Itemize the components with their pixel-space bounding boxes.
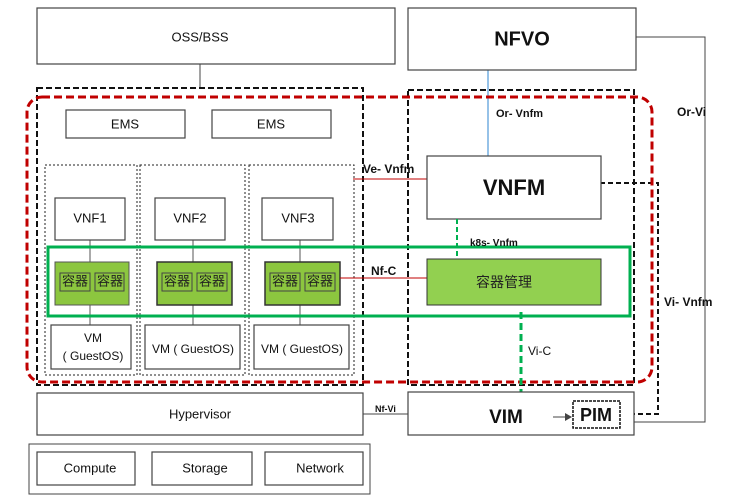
ems-label-1: EMS bbox=[111, 116, 140, 131]
oss-bss-label: OSS/BSS bbox=[171, 29, 228, 44]
compute-label: Compute bbox=[64, 460, 117, 475]
nf-c-label: Nf-C bbox=[371, 264, 397, 278]
pim-label: PIM bbox=[580, 405, 612, 425]
vnf2-label: VNF2 bbox=[173, 210, 206, 225]
storage-label: Storage bbox=[182, 460, 228, 475]
container-label: 容器 bbox=[164, 274, 190, 290]
vm-label-3: VM ( GuestOS) bbox=[261, 342, 343, 356]
or-vi-label: Or-Vi bbox=[677, 105, 706, 119]
container-label: 容器 bbox=[97, 274, 123, 290]
ve-vnfm-label: Ve- Vnfm bbox=[363, 162, 414, 176]
nf-vi-label: Nf-Vi bbox=[375, 404, 396, 414]
vim-label: VIM bbox=[489, 407, 523, 428]
container-label: 容器 bbox=[307, 274, 333, 290]
vnf1-label: VNF1 bbox=[73, 210, 106, 225]
container-management-label: 容器管理 bbox=[476, 274, 532, 291]
vi-vnfm-label: Vi- Vnfm bbox=[664, 295, 712, 309]
container-group-1: 容器 容器 bbox=[54, 261, 130, 306]
vnf3-label: VNF3 bbox=[281, 210, 314, 225]
or-vnfm-label: Or- Vnfm bbox=[496, 108, 543, 120]
container-label: 容器 bbox=[272, 274, 298, 290]
network-label: Network bbox=[296, 460, 344, 475]
k8s-vnfm-label: k8s- Vnfm bbox=[470, 238, 518, 249]
nfv-architecture-diagram: OSS/BSS NFVO EMS EMS VNF1 VNF2 VNF3 容器 容… bbox=[25, 7, 712, 495]
hypervisor-label: Hypervisor bbox=[169, 406, 232, 421]
or-vi-line bbox=[634, 36, 706, 423]
vm-label-1-line1: VM bbox=[84, 331, 102, 345]
vnfm-label: VNFM bbox=[483, 175, 545, 200]
vm-label-1-line2: ( GuestOS) bbox=[63, 349, 124, 363]
nfvo-label: NFVO bbox=[494, 28, 550, 50]
vm-label-2: VM ( GuestOS) bbox=[152, 342, 234, 356]
container-label: 容器 bbox=[62, 274, 88, 290]
vi-c-label: Vi-C bbox=[528, 344, 551, 358]
ems-label-2: EMS bbox=[257, 116, 286, 131]
container-label: 容器 bbox=[199, 274, 225, 290]
container-group-2: 容器 容器 bbox=[156, 261, 233, 306]
container-group-3: 容器 容器 bbox=[264, 261, 341, 306]
